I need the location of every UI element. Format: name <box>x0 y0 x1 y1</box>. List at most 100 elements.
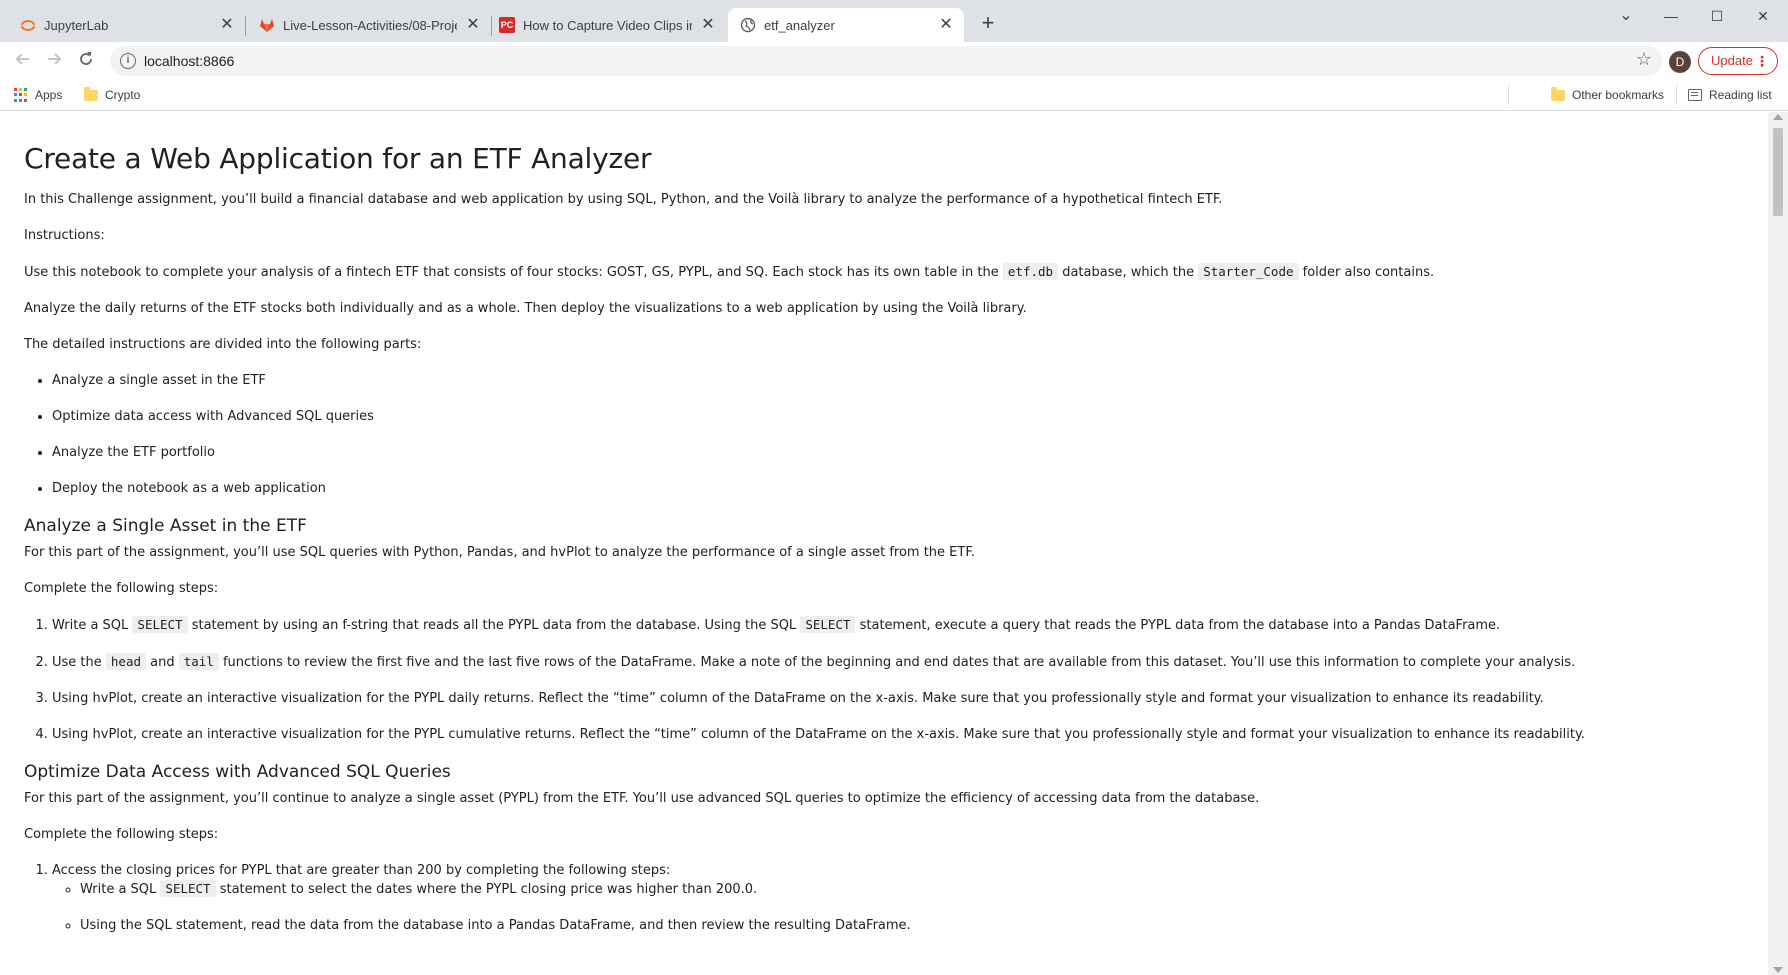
bookmark-reading-list[interactable]: Reading list <box>1688 86 1772 104</box>
bookmark-other-bookmarks[interactable]: Other bookmarks <box>1551 86 1664 104</box>
text-span: Use this notebook to complete your analy… <box>24 265 1003 280</box>
steps-list: Access the closing prices for PYPL that … <box>24 862 1744 935</box>
instructions-label: Instructions: <box>24 228 105 243</box>
bookmarks-bar: Apps Crypto Other bookmarks Reading list <box>0 79 1788 111</box>
list-item: Write a SQL SELECT statement to select t… <box>80 880 1744 899</box>
forward-arrow-icon <box>48 53 62 65</box>
text-span: functions to review the first five and t… <box>218 655 1576 670</box>
gitlab-icon <box>259 17 275 33</box>
list-item: Access the closing prices for PYPL that … <box>52 862 1744 935</box>
profile-avatar[interactable]: D <box>1669 51 1691 73</box>
menu-dots-icon: ⋮ <box>1755 53 1769 69</box>
bookmark-label: Apps <box>35 88 63 102</box>
close-icon[interactable]: ✕ <box>938 17 954 33</box>
inline-code-starter-code: Starter_Code <box>1198 263 1299 280</box>
folder-icon <box>1551 86 1565 101</box>
list-item: Analyze the ETF portfolio <box>52 444 1744 462</box>
intro-paragraph: In this Challenge assignment, you’ll bui… <box>24 192 1223 207</box>
parts-list: Analyze a single asset in the ETF Optimi… <box>24 372 1744 498</box>
tab-etf-analyzer[interactable]: etf_analyzer ✕ <box>728 8 964 42</box>
text-span: statement, execute a query that reads th… <box>855 618 1501 633</box>
list-item: Write a SQL SELECT statement by using an… <box>52 616 1744 635</box>
pc-icon: PC <box>499 17 515 33</box>
reload-icon <box>80 52 92 65</box>
forward-button[interactable] <box>43 50 65 72</box>
page-title: Create a Web Application for an ETF Anal… <box>24 142 652 175</box>
text-span: and <box>146 655 179 670</box>
maximize-button[interactable]: ☐ <box>1694 4 1740 28</box>
scrollbar-thumb[interactable] <box>1773 128 1783 216</box>
text-span: Access the closing prices for PYPL that … <box>52 863 671 878</box>
bookmark-label: Reading list <box>1709 88 1772 102</box>
text-span: Use the <box>52 655 106 670</box>
inline-code: tail <box>178 653 219 670</box>
list-item: Analyze a single asset in the ETF <box>52 372 1744 390</box>
back-arrow-icon <box>15 53 29 65</box>
section-description: For this part of the assignment, you’ll … <box>24 791 1260 806</box>
back-button[interactable] <box>12 50 34 72</box>
apps-grid-icon <box>14 88 28 102</box>
section-heading-optimize: Optimize Data Access with Advanced SQL Q… <box>24 762 451 782</box>
tab-gitlab[interactable]: Live-Lesson-Activities/08-Project ✕ <box>245 8 491 42</box>
notebook-page: Create a Web Application for an ETF Anal… <box>0 112 1768 975</box>
bookmark-apps[interactable]: Apps <box>14 86 62 104</box>
list-item: Optimize data access with Advanced SQL q… <box>52 408 1744 426</box>
sub-steps-list: Write a SQL SELECT statement to select t… <box>52 880 1744 935</box>
address-bar[interactable]: i localhost:8866 ☆ <box>110 46 1662 76</box>
update-label: Update <box>1711 53 1753 68</box>
text-span: folder also contains. <box>1298 265 1435 280</box>
bookmark-label: Crypto <box>105 88 141 102</box>
bookmark-label: Other bookmarks <box>1572 88 1665 102</box>
steps-label: Complete the following steps: <box>24 581 219 596</box>
use-notebook-paragraph: Use this notebook to complete your analy… <box>24 263 1744 282</box>
text-span: statement to select the dates where the … <box>215 882 758 897</box>
url-text: localhost:8866 <box>144 53 235 69</box>
tab-jupyterlab[interactable]: JupyterLab ✕ <box>0 8 245 42</box>
tab-title: etf_analyzer <box>764 17 835 33</box>
tab-video-clips[interactable]: PC How to Capture Video Clips in W ✕ <box>491 8 726 42</box>
page-scrollbar[interactable] <box>1768 112 1788 975</box>
divided-paragraph: The detailed instructions are divided in… <box>24 337 422 352</box>
inline-code: head <box>105 653 146 670</box>
list-item: Use the head and tail functions to revie… <box>52 653 1744 672</box>
steps-list: Write a SQL SELECT statement by using an… <box>24 616 1744 744</box>
section-heading-single-asset: Analyze a Single Asset in the ETF <box>24 516 307 536</box>
inline-code: SELECT <box>160 880 216 897</box>
bookmarks-divider <box>1676 85 1677 105</box>
analyze-daily-paragraph: Analyze the daily returns of the ETF sto… <box>24 301 1027 316</box>
tab-title: JupyterLab <box>44 17 109 33</box>
inline-code: SELECT <box>800 616 856 633</box>
info-icon[interactable]: i <box>120 53 136 69</box>
section-description: For this part of the assignment, you’ll … <box>24 545 975 560</box>
tab-strip: JupyterLab ✕ Live-Lesson-Activities/08-P… <box>0 0 1788 42</box>
list-item: Using hvPlot, create an interactive visu… <box>52 690 1744 708</box>
new-tab-button[interactable]: + <box>977 12 999 35</box>
text-span: database, which the <box>1058 265 1199 280</box>
scroll-down-arrow-icon[interactable] <box>1773 967 1783 973</box>
globe-icon <box>740 17 756 33</box>
steps-label: Complete the following steps: <box>24 827 219 842</box>
close-icon[interactable]: ✕ <box>465 17 481 33</box>
bookmark-star-icon[interactable]: ☆ <box>1636 49 1652 70</box>
window-close-button[interactable]: ✕ <box>1740 4 1786 28</box>
tab-title: How to Capture Video Clips in W <box>523 17 692 33</box>
reload-button[interactable] <box>75 50 97 72</box>
text-span: Write a SQL <box>80 882 161 897</box>
close-icon[interactable]: ✕ <box>219 17 235 33</box>
jupyter-icon <box>20 17 36 33</box>
bookmark-folder-crypto[interactable]: Crypto <box>84 86 140 104</box>
list-item: Using hvPlot, create an interactive visu… <box>52 726 1744 744</box>
inline-code-etf-db: etf.db <box>1002 263 1059 280</box>
minimize-button[interactable]: — <box>1648 4 1694 28</box>
list-item: Using the SQL statement, read the data f… <box>80 917 1744 935</box>
bookmarks-divider <box>1508 85 1509 105</box>
text-span: Write a SQL <box>52 618 133 633</box>
list-item: Deploy the notebook as a web application <box>52 480 1744 498</box>
close-icon[interactable]: ✕ <box>700 17 716 33</box>
reading-list-icon <box>1688 89 1702 101</box>
scroll-up-arrow-icon[interactable] <box>1773 114 1783 120</box>
inline-code: SELECT <box>132 616 188 633</box>
update-button[interactable]: Update ⋮ <box>1698 47 1778 75</box>
browser-toolbar: i localhost:8866 ☆ <box>0 42 1788 79</box>
tab-search-icon[interactable]: ⌄ <box>1603 4 1649 28</box>
